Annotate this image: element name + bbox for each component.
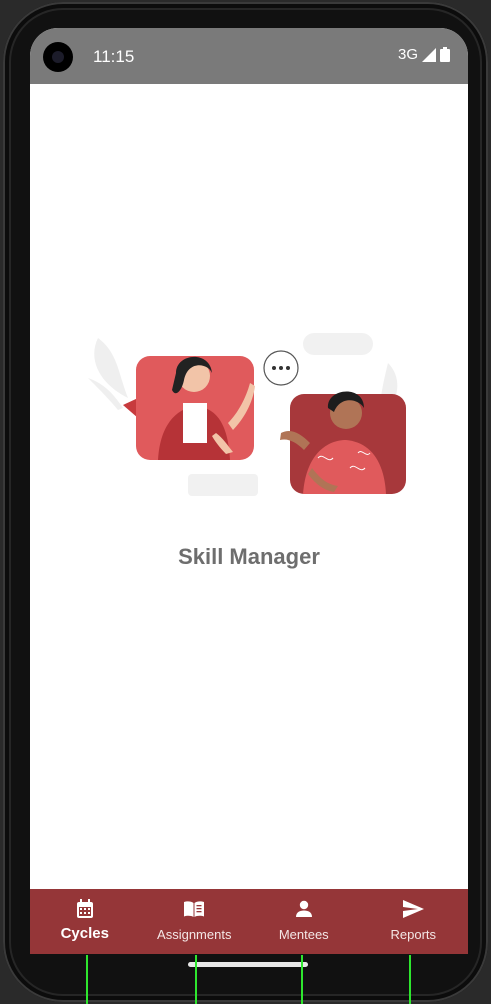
two-people-video-chat-illustration xyxy=(88,333,406,496)
gesture-handle[interactable] xyxy=(188,962,308,967)
signal-icon xyxy=(422,47,436,62)
main-content: Skill Manager xyxy=(30,84,468,889)
guide-line xyxy=(409,955,411,1004)
person-icon xyxy=(295,900,312,917)
nav-item-mentees[interactable]: Mentees xyxy=(249,889,359,954)
book-icon xyxy=(184,901,205,917)
calendar-icon xyxy=(76,899,93,918)
nav-label-reports: Reports xyxy=(390,927,437,942)
nav-label-assignments: Assignments xyxy=(157,927,232,942)
network-type: 3G xyxy=(397,46,418,63)
nav-label-cycles: Cycles xyxy=(60,925,109,942)
app-title: Skill Manager xyxy=(178,544,320,569)
status-icons: 3G xyxy=(398,46,450,63)
bottom-navigation: Cycles Assignments Mentees Reports xyxy=(30,889,468,954)
status-time: 11:15 xyxy=(93,47,135,66)
nav-item-assignments[interactable]: Assignments xyxy=(140,889,250,954)
guide-line xyxy=(195,955,197,1004)
status-bar: 11:15 3G xyxy=(30,28,468,84)
nav-item-reports[interactable]: Reports xyxy=(359,889,469,954)
device-frame: 11:15 3G Skill Manager Cycles Assignment… xyxy=(0,0,491,1004)
front-camera xyxy=(43,42,73,72)
screen: 11:15 3G Skill Manager Cycles Assignment… xyxy=(30,28,468,954)
guide-line xyxy=(86,955,88,1004)
send-icon xyxy=(403,900,425,918)
nav-label-mentees: Mentees xyxy=(278,927,329,942)
nav-item-cycles[interactable]: Cycles xyxy=(30,889,140,954)
battery-icon xyxy=(440,47,450,62)
guide-line xyxy=(301,955,303,1004)
